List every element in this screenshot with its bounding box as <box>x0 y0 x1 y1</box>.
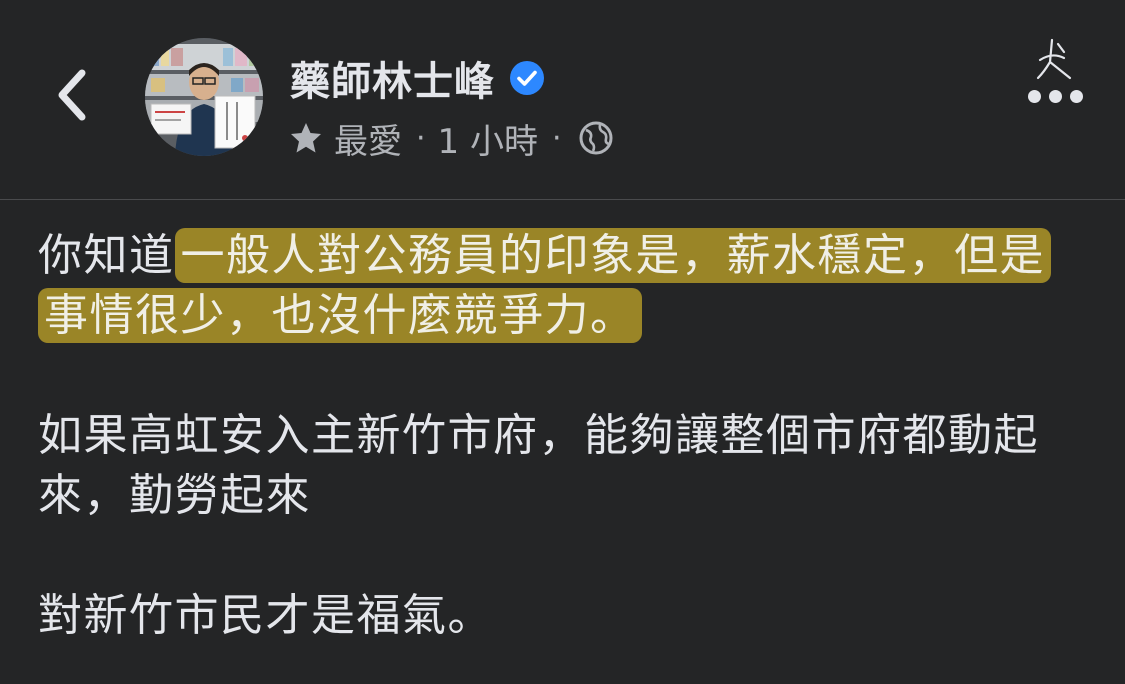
post-meta: 最愛 · 1 小時 · <box>288 114 614 162</box>
back-button[interactable] <box>46 62 96 132</box>
favorites-label: 最愛 <box>334 121 402 162</box>
author-row: 藥師林士峰 <box>290 50 545 106</box>
post-screen: 藥師林士峰 最愛 · 1 小時 · 你知道 一般人對公務員的印象是，薪水穩定，但… <box>0 0 1125 684</box>
highlighted-text: 一般人對公務員的印象是，薪水穩定，但是事情很少，也沒什麼競爭力。 <box>38 228 1051 343</box>
post-paragraph: 對新竹市民才是福氣。 <box>38 590 493 641</box>
star-icon <box>288 120 324 156</box>
more-dots-icon <box>1028 90 1083 103</box>
globe-icon <box>578 120 614 156</box>
doodle-mark <box>1036 38 1072 80</box>
post-header: 藥師林士峰 最愛 · 1 小時 · <box>0 0 1125 200</box>
post-timestamp[interactable]: 1 小時 <box>438 114 538 163</box>
avatar[interactable] <box>145 38 263 156</box>
post-body: 你知道 一般人對公務員的印象是，薪水穩定，但是事情很少，也沒什麼競爭力。 如果高虹… <box>38 226 1088 646</box>
more-options-button[interactable] <box>1020 38 1090 112</box>
meta-separator: · <box>416 120 426 156</box>
post-paragraph: 你知道 一般人對公務員的印象是，薪水穩定，但是事情很少，也沒什麼競爭力。 <box>38 226 1088 346</box>
post-paragraph: 如果高虹安入主新竹市府，能夠讓整個市府都動起來，勤勞起來 <box>38 410 1039 521</box>
chevron-left-icon <box>54 69 88 125</box>
header-divider <box>0 199 1125 200</box>
verified-badge-icon <box>509 60 545 96</box>
author-name[interactable]: 藥師林士峰 <box>290 49 495 107</box>
paragraph-text: 你知道 <box>38 230 175 281</box>
meta-separator: · <box>552 120 562 156</box>
